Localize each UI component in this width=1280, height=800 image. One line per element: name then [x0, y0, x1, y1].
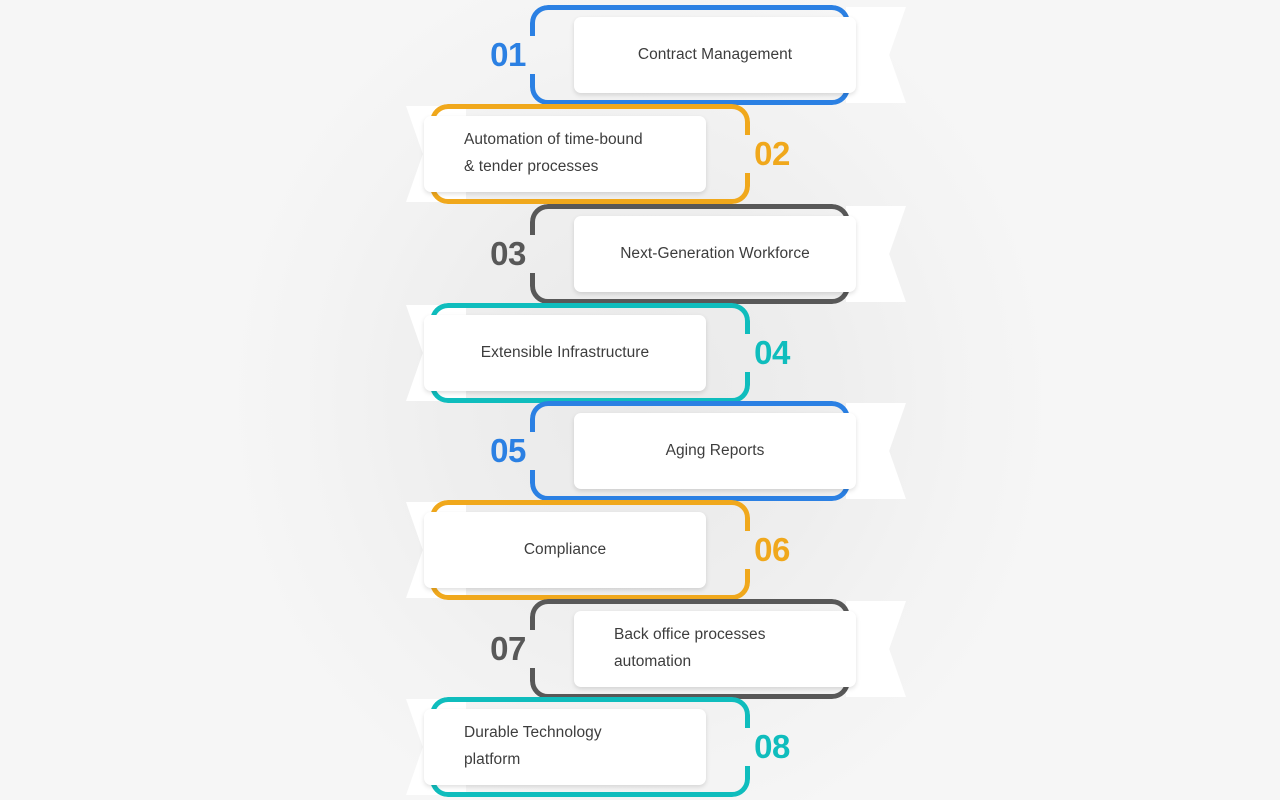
- step-label-line: Durable Technology: [464, 724, 602, 742]
- step-number: 02: [754, 135, 790, 172]
- step-card[interactable]: Back office processes automation: [574, 611, 856, 687]
- step-card[interactable]: Durable Technology platform: [424, 709, 706, 785]
- step-label: Contract Management: [637, 45, 793, 63]
- step-label: Durable Technology platform: [442, 720, 688, 773]
- step-label-line: automation: [614, 653, 692, 670]
- step-label: Next-Generation Workforce: [620, 244, 810, 262]
- step-number: 03: [490, 235, 526, 272]
- step-label: Automation of time-bound & tender process…: [442, 127, 688, 180]
- step-label: Back office processes automation: [592, 622, 838, 675]
- step-number: 01: [490, 36, 526, 73]
- step-card[interactable]: Contract Management: [574, 17, 856, 93]
- step-label: Extensible Infrastructure: [480, 343, 650, 361]
- step-label-line: Automation of time-bound: [464, 131, 643, 149]
- step-card[interactable]: Aging Reports: [574, 413, 856, 489]
- step-label-line: & tender processes: [464, 158, 599, 175]
- step-number: 08: [754, 728, 790, 765]
- step-label: Aging Reports: [665, 441, 765, 459]
- step-number: 06: [754, 531, 790, 568]
- step-label-line: platform: [464, 751, 521, 768]
- step-label: Compliance: [523, 540, 607, 558]
- infographic-canvas: Contract Management 01 Automation of time-…: [0, 0, 1280, 800]
- step-number: 05: [490, 432, 526, 469]
- step-number: 07: [490, 630, 526, 667]
- step-card[interactable]: Next-Generation Workforce: [574, 216, 856, 292]
- step-card[interactable]: Extensible Infrastructure: [424, 315, 706, 391]
- step-label-line: Back office processes: [614, 626, 766, 644]
- step-card[interactable]: Automation of time-bound & tender process…: [424, 116, 706, 192]
- step-card[interactable]: Compliance: [424, 512, 706, 588]
- step-number: 04: [754, 334, 790, 371]
